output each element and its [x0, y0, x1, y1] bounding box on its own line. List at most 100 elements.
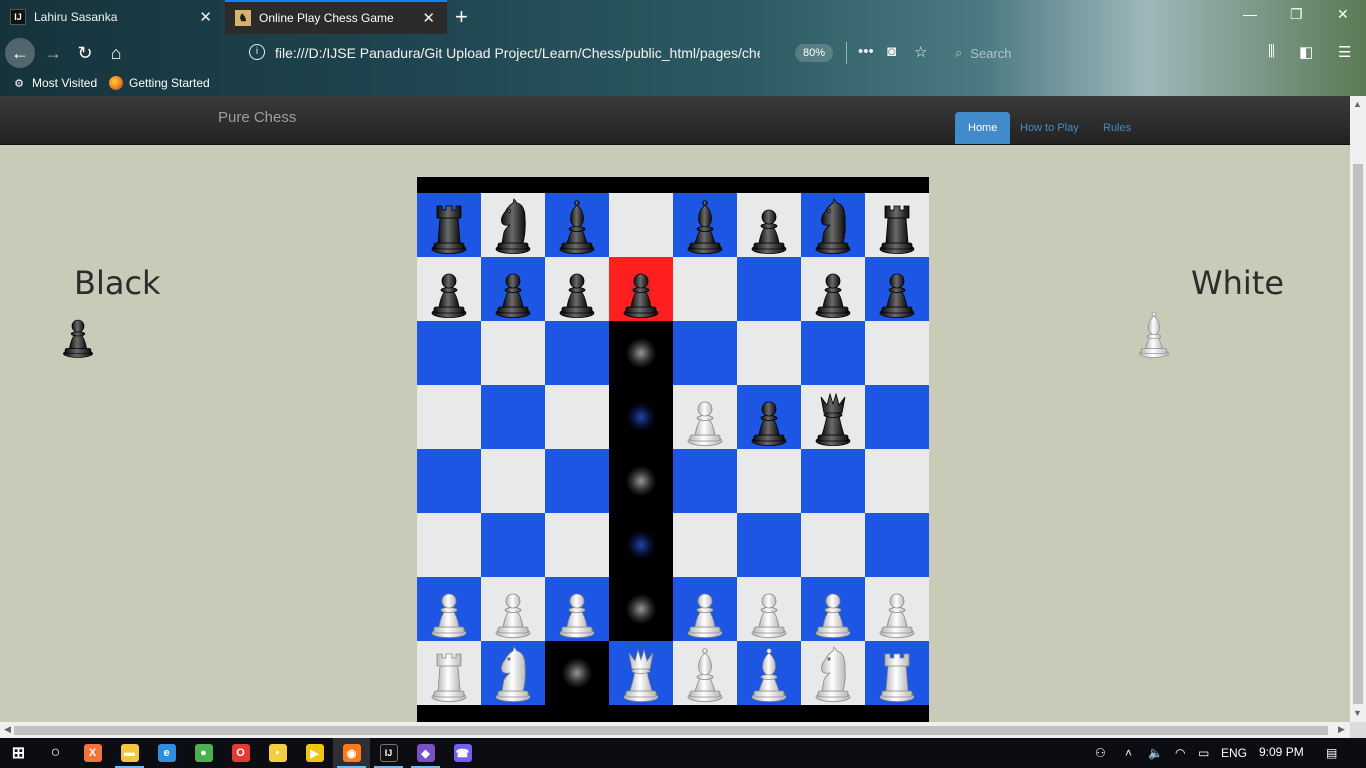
cortana-icon[interactable]: ○: [37, 738, 74, 768]
white-pawn-icon[interactable]: [684, 388, 726, 446]
board-square[interactable]: [417, 257, 481, 321]
scroll-left-icon[interactable]: ◀: [4, 724, 11, 735]
white-pawn-icon[interactable]: [556, 580, 598, 638]
clock[interactable]: 9:09 PM: [1259, 745, 1304, 759]
white-queen-icon[interactable]: [620, 644, 662, 702]
board-square[interactable]: [545, 513, 609, 577]
board-square[interactable]: [545, 257, 609, 321]
board-square[interactable]: [737, 577, 801, 641]
move-hint-marker[interactable]: [562, 658, 592, 688]
reload-button[interactable]: ↻: [70, 38, 100, 68]
board-square[interactable]: [545, 321, 609, 385]
library-icon[interactable]: ⫼: [1268, 43, 1275, 60]
board-square[interactable]: [545, 193, 609, 257]
visual-studio-icon[interactable]: ◆: [407, 738, 444, 768]
move-hint-marker[interactable]: [626, 466, 656, 496]
board-square[interactable]: [417, 641, 481, 705]
white-bishop-icon[interactable]: [684, 644, 726, 702]
white-pawn-icon[interactable]: [684, 580, 726, 638]
site-brand[interactable]: Pure Chess: [218, 109, 296, 126]
wifi-icon[interactable]: ◠: [1175, 746, 1185, 760]
board-square[interactable]: [417, 577, 481, 641]
board-square[interactable]: [737, 449, 801, 513]
board-square[interactable]: [417, 193, 481, 257]
sidebar-icon[interactable]: ◧: [1299, 43, 1313, 61]
board-square[interactable]: [673, 641, 737, 705]
board-square[interactable]: [609, 385, 673, 449]
board-square[interactable]: [737, 193, 801, 257]
people-icon[interactable]: ⚇: [1095, 746, 1106, 760]
close-window-icon[interactable]: ✕: [1337, 6, 1349, 23]
board-square[interactable]: [417, 449, 481, 513]
white-pawn-icon[interactable]: [876, 580, 918, 638]
white-pawn-icon[interactable]: [428, 580, 470, 638]
board-square[interactable]: [481, 321, 545, 385]
board-square[interactable]: [609, 641, 673, 705]
black-pawn-icon[interactable]: [556, 260, 598, 318]
scroll-right-icon[interactable]: ▶: [1338, 724, 1345, 735]
search-input[interactable]: ⌕ Search: [955, 42, 1125, 64]
board-square[interactable]: [609, 449, 673, 513]
black-bishop-icon[interactable]: [556, 196, 598, 254]
firefox-icon[interactable]: ◉: [333, 738, 370, 768]
board-square[interactable]: [865, 641, 929, 705]
input-language[interactable]: ENG: [1221, 746, 1247, 760]
board-square[interactable]: [801, 641, 865, 705]
vertical-scrollbar[interactable]: ▲ ▼: [1350, 96, 1366, 722]
minimize-icon[interactable]: —: [1243, 6, 1257, 22]
site-info-icon[interactable]: i: [249, 44, 265, 60]
board-square[interactable]: [801, 257, 865, 321]
black-rook-icon[interactable]: [428, 196, 470, 254]
tab-online-play-chess-game[interactable]: ♞ Online Play Chess Game ✕: [225, 0, 447, 34]
new-tab-icon[interactable]: +: [455, 4, 468, 30]
board-square[interactable]: [737, 321, 801, 385]
board-square[interactable]: [609, 513, 673, 577]
white-knight-icon[interactable]: [492, 644, 534, 702]
board-square[interactable]: [609, 257, 673, 321]
white-pawn-icon[interactable]: [492, 580, 534, 638]
page-actions-icon[interactable]: •••: [858, 43, 874, 60]
black-rook-icon[interactable]: [876, 196, 918, 254]
move-hint-marker[interactable]: [626, 338, 656, 368]
board-square[interactable]: [481, 641, 545, 705]
move-hint-marker[interactable]: [626, 594, 656, 624]
opera-icon[interactable]: O: [222, 738, 259, 768]
file-explorer-icon[interactable]: ▬: [111, 738, 148, 768]
board-square[interactable]: [801, 321, 865, 385]
chrome-icon[interactable]: ●: [185, 738, 222, 768]
bookmark-most-visited[interactable]: ⚙ Most Visited: [12, 76, 97, 90]
board-square[interactable]: [545, 641, 609, 705]
board-square[interactable]: [673, 449, 737, 513]
board-square[interactable]: [417, 513, 481, 577]
action-center-icon[interactable]: ▤: [1326, 746, 1337, 760]
black-knight-icon[interactable]: [492, 196, 534, 254]
board-square[interactable]: [865, 449, 929, 513]
black-pawn-icon[interactable]: [876, 260, 918, 318]
white-rook-icon[interactable]: [428, 644, 470, 702]
black-pawn-icon[interactable]: [748, 388, 790, 446]
board-square[interactable]: [417, 385, 481, 449]
xampp-icon[interactable]: X: [74, 738, 111, 768]
board-square[interactable]: [865, 513, 929, 577]
black-pawn-icon[interactable]: [492, 260, 534, 318]
start-button[interactable]: ⊞: [0, 738, 37, 768]
zoom-level[interactable]: 80%: [795, 44, 834, 62]
tab-lahiru-sasanka[interactable]: IJ Lahiru Sasanka ✕: [0, 0, 224, 34]
viber-icon[interactable]: ☎: [444, 738, 481, 768]
move-hint-marker[interactable]: [626, 402, 656, 432]
board-square[interactable]: [481, 577, 545, 641]
board-square[interactable]: [545, 577, 609, 641]
sticky-notes-icon[interactable]: ▪: [259, 738, 296, 768]
pocket-icon[interactable]: ◙: [887, 43, 896, 60]
board-square[interactable]: [865, 257, 929, 321]
board-square[interactable]: [673, 513, 737, 577]
restore-icon[interactable]: ❐: [1290, 6, 1303, 23]
board-square[interactable]: [673, 321, 737, 385]
show-hidden-icons-icon[interactable]: ˄: [1125, 746, 1132, 760]
black-pawn-icon[interactable]: [748, 196, 790, 254]
menu-icon[interactable]: ☰: [1338, 43, 1351, 61]
board-square[interactable]: [673, 257, 737, 321]
media-player-icon[interactable]: ▶: [296, 738, 333, 768]
board-square[interactable]: [737, 513, 801, 577]
forward-button[interactable]: →: [38, 38, 68, 68]
